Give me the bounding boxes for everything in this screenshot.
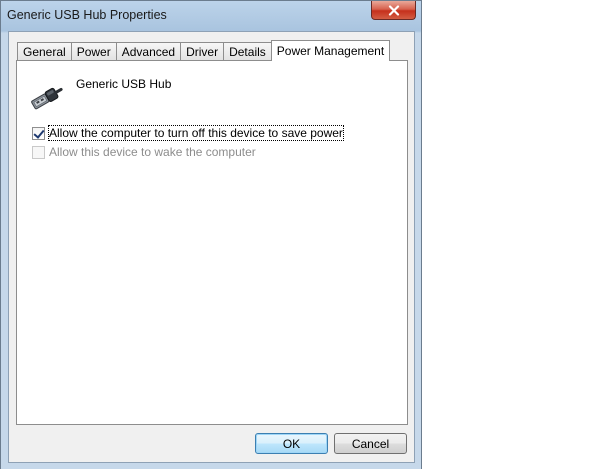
tab-advanced[interactable]: Advanced: [115, 42, 182, 61]
allow-wake-label: Allow this device to wake the computer: [49, 145, 256, 159]
close-button[interactable]: [371, 1, 416, 20]
allow-wake-checkbox: [32, 145, 45, 159]
allow-turn-off-checkbox[interactable]: [32, 126, 45, 140]
dialog-client-area: General Power Advanced Driver Details Po…: [8, 31, 415, 463]
cancel-button[interactable]: Cancel: [334, 433, 407, 454]
close-icon: [388, 4, 399, 16]
usb-plug-icon: [31, 87, 63, 110]
properties-dialog: Generic USB Hub Properties General Power…: [0, 0, 422, 469]
tab-driver[interactable]: Driver: [180, 42, 225, 61]
device-name: Generic USB Hub: [76, 77, 172, 91]
tab-details[interactable]: Details: [223, 42, 272, 61]
screenshot-canvas: Generic USB Hub Properties General Power…: [0, 0, 614, 469]
allow-turn-off-label[interactable]: Allow the computer to turn off this devi…: [48, 125, 344, 141]
tab-power-management[interactable]: Power Management: [270, 40, 391, 61]
tab-general[interactable]: General: [17, 42, 72, 61]
tab-power[interactable]: Power: [70, 42, 117, 61]
tab-strip: General Power Advanced Driver Details Po…: [17, 40, 391, 61]
allow-turn-off-option[interactable]: Allow the computer to turn off this devi…: [32, 125, 344, 141]
ok-button[interactable]: OK: [255, 433, 328, 454]
allow-wake-option: Allow this device to wake the computer: [32, 144, 256, 160]
window-title: Generic USB Hub Properties: [7, 8, 167, 22]
tab-panel: Generic USB Hub Allow the computer to tu…: [16, 60, 408, 425]
title-bar[interactable]: Generic USB Hub Properties: [1, 1, 421, 31]
